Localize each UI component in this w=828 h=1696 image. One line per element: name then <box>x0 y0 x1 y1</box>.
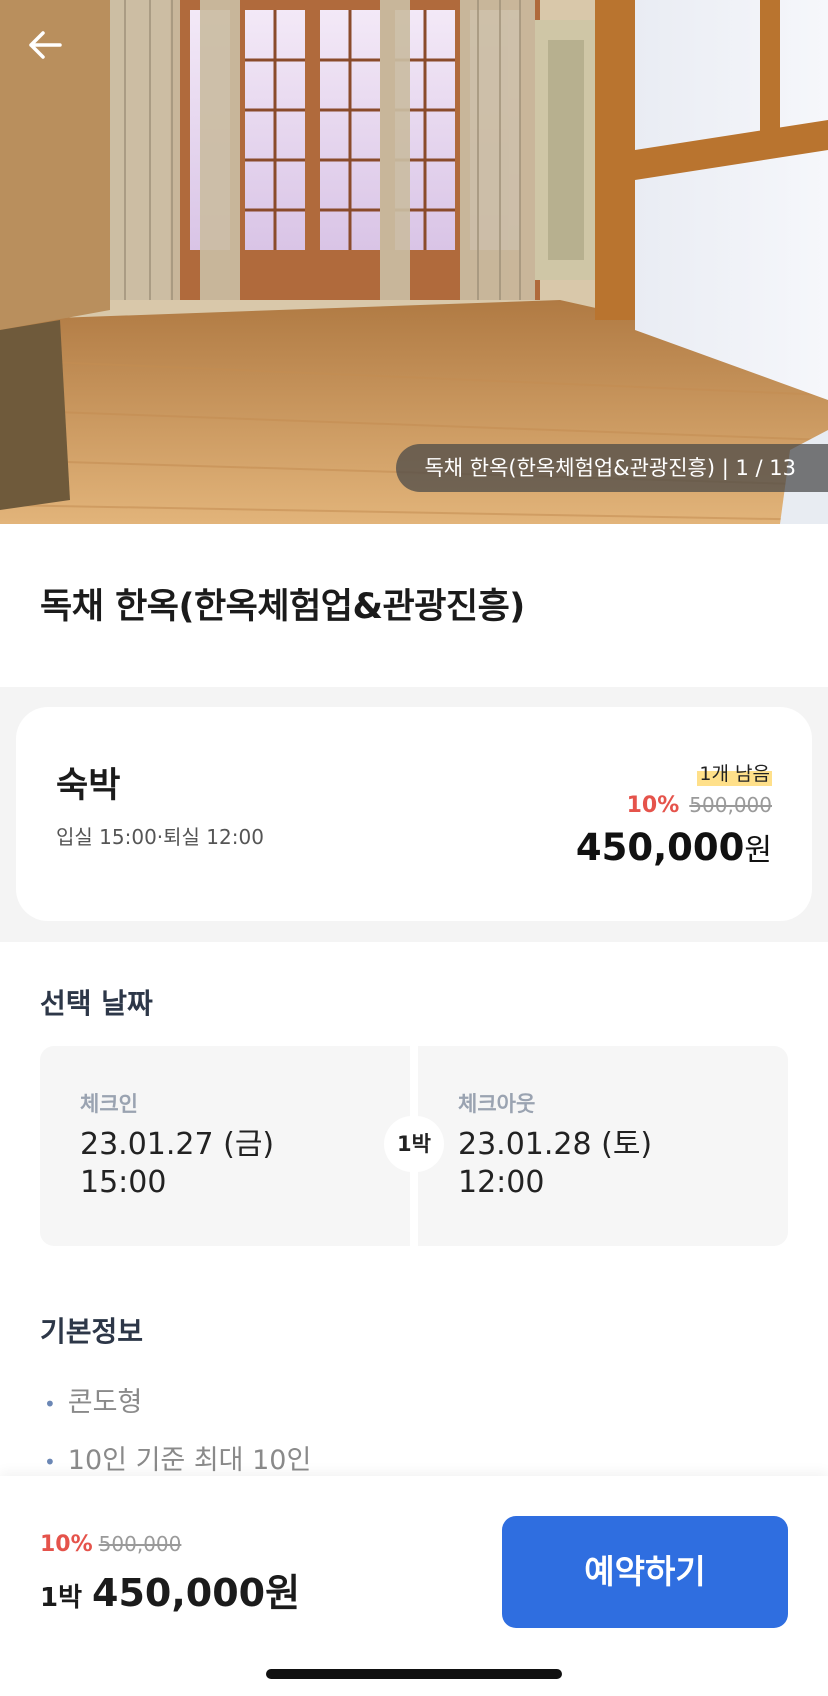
basic-info-title: 기본정보 <box>40 1315 144 1348</box>
bullet-icon: • <box>44 1391 56 1416</box>
checkin-value: 23.01.27 (금) 15:00 <box>80 1126 274 1202</box>
bullet-icon: • <box>44 1449 56 1474</box>
checkin-box[interactable]: 체크인 23.01.27 (금) 15:00 <box>40 1046 410 1246</box>
offer-name: 숙박 <box>56 766 121 806</box>
offer-discount-row: 10% 500,000 <box>627 793 772 818</box>
discount-percent: 10% <box>626 793 680 818</box>
checkout-time: 12:00 <box>458 1165 545 1200</box>
checkin-label: 체크인 <box>80 1092 138 1116</box>
price-value: 450,000 <box>575 826 745 869</box>
offer-price: 450,000원 <box>576 825 772 869</box>
checkin-date: 23.01.27 (금) <box>80 1127 275 1162</box>
home-indicator <box>266 1669 562 1679</box>
bottom-price: 1박 450,000원 <box>40 1562 300 1617</box>
info-item-capacity: • 10인 기준 최대 10인 <box>44 1445 312 1476</box>
offer-section: 숙박 입실 15:00·퇴실 12:00 1개 남음 10% 500,000 45… <box>0 687 828 942</box>
back-button[interactable] <box>28 30 84 86</box>
price-currency: 원 <box>744 833 772 868</box>
bottom-discount-row: 10% 500,000 <box>40 1532 181 1557</box>
arrow-left-icon <box>29 31 62 59</box>
date-selector[interactable]: 체크인 23.01.27 (금) 15:00 체크아웃 23.01.28 (토)… <box>40 1046 788 1246</box>
offer-card[interactable]: 숙박 입실 15:00·퇴실 12:00 1개 남음 10% 500,000 45… <box>16 707 812 921</box>
bottom-nights: 1박 <box>40 1583 83 1613</box>
photo-counter-caption: 독채 한옥(한옥체험업&관광진흥) | 1 / 13 <box>396 444 828 492</box>
original-price: 500,000 <box>689 793 772 817</box>
bottom-discount-percent: 10% <box>40 1532 93 1557</box>
nights-badge: 1박 <box>384 1116 444 1172</box>
room-photo[interactable]: 독채 한옥(한옥체험업&관광진흥) | 1 / 13 <box>0 0 828 524</box>
checkout-date: 23.01.28 (토) <box>458 1127 653 1162</box>
offer-checkin-checkout-times: 입실 15:00·퇴실 12:00 <box>56 825 264 849</box>
checkout-label: 체크아웃 <box>458 1092 536 1116</box>
stock-badge: 1개 남음 <box>697 759 772 786</box>
checkin-time: 15:00 <box>80 1165 167 1200</box>
bottom-booking-bar: 10% 500,000 1박 450,000원 예약하기 <box>0 1476 828 1696</box>
bottom-price-value: 450,000원 <box>92 1571 301 1615</box>
selected-dates-title: 선택 날짜 <box>40 987 153 1020</box>
reserve-button[interactable]: 예약하기 <box>502 1516 788 1628</box>
bottom-original-price: 500,000 <box>98 1532 182 1556</box>
title-section: 독채 한옥(한옥체험업&관광진흥) <box>0 524 828 687</box>
room-title: 독채 한옥(한옥체험업&관광진흥) <box>40 587 525 627</box>
checkout-box[interactable]: 체크아웃 23.01.28 (토) 12:00 <box>418 1046 788 1246</box>
checkout-value: 23.01.28 (토) 12:00 <box>458 1126 652 1202</box>
info-item-room-type: • 콘도형 <box>44 1387 143 1418</box>
